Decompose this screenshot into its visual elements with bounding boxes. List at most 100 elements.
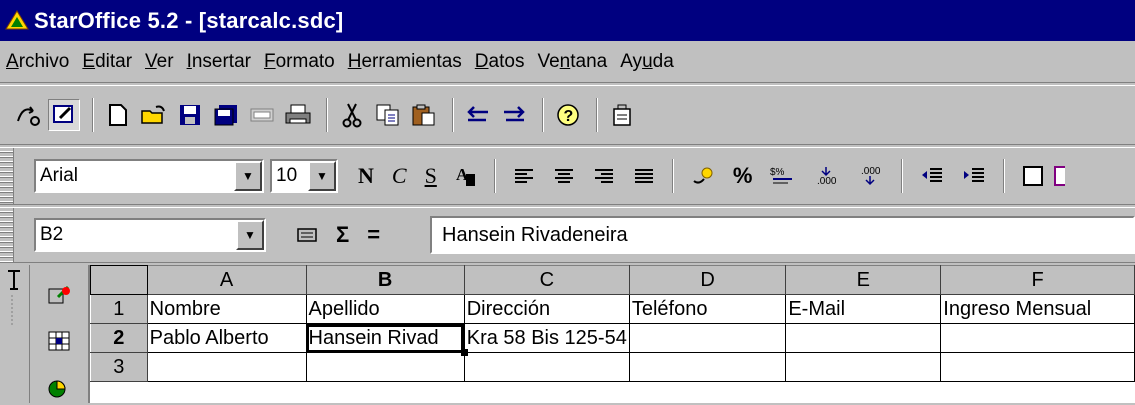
- currency-format-icon[interactable]: [691, 165, 715, 187]
- menu-item[interactable]: Archivo: [6, 51, 69, 73]
- window-title: StarOffice 5.2 - [starcalc.sdc]: [34, 7, 344, 33]
- cell-d2[interactable]: [628, 323, 787, 353]
- increase-indent-icon[interactable]: [962, 166, 986, 186]
- column-header-d[interactable]: D: [628, 265, 787, 295]
- toolbar-separator: [1003, 159, 1006, 193]
- insert-chart-icon[interactable]: [46, 375, 72, 405]
- cell-e1[interactable]: E-Mail: [785, 294, 942, 324]
- edit-file-icon[interactable]: [48, 99, 80, 131]
- menu-item[interactable]: Formato: [264, 51, 335, 73]
- cut-icon[interactable]: [336, 99, 368, 131]
- sum-button[interactable]: Σ: [336, 222, 349, 248]
- insert-cell-icon[interactable]: [46, 329, 72, 359]
- cell-b1[interactable]: Apellido: [305, 294, 465, 324]
- cell-value: Dirección: [466, 297, 551, 320]
- font-size-combo[interactable]: 10 ▼: [270, 159, 338, 193]
- cell-value: Apellido: [308, 297, 380, 320]
- font-color-icon[interactable]: A: [455, 164, 477, 188]
- chevron-down-icon[interactable]: ▼: [234, 161, 262, 191]
- column-header-e[interactable]: E: [785, 265, 942, 295]
- cell-d1[interactable]: Teléfono: [628, 294, 787, 324]
- menu-item[interactable]: Herramientas: [348, 51, 462, 73]
- justify-icon[interactable]: [633, 167, 655, 185]
- input-line[interactable]: Hansein Rivadeneira: [430, 216, 1135, 254]
- navigator-icon[interactable]: [12, 99, 44, 131]
- function-button[interactable]: =: [367, 222, 380, 248]
- main-toolbar-grip[interactable]: [0, 265, 30, 403]
- column-header-f[interactable]: F: [940, 265, 1135, 295]
- select-all-corner[interactable]: [90, 265, 148, 295]
- underline-button[interactable]: S: [425, 163, 437, 189]
- cell-c1[interactable]: Dirección: [463, 294, 630, 324]
- column-header-a[interactable]: A: [146, 265, 307, 295]
- background-color-icon[interactable]: [1053, 165, 1066, 187]
- name-box[interactable]: B2 ▼: [34, 218, 266, 252]
- cell-f2[interactable]: [940, 323, 1135, 353]
- open-folder-icon[interactable]: [138, 99, 170, 131]
- menu-item-text: ditar: [95, 50, 133, 72]
- cell-f3[interactable]: [940, 352, 1135, 382]
- percent-format-icon[interactable]: %: [733, 163, 753, 189]
- decrease-indent-icon[interactable]: [920, 166, 944, 186]
- borders-icon[interactable]: [1022, 165, 1044, 187]
- cell-e2[interactable]: [785, 323, 942, 353]
- new-document-icon[interactable]: [102, 99, 134, 131]
- copy-icon[interactable]: [372, 99, 404, 131]
- font-size-value: 10: [276, 165, 298, 186]
- chevron-down-icon[interactable]: ▼: [236, 220, 264, 250]
- row-header-3[interactable]: 3: [90, 352, 148, 382]
- print-icon[interactable]: [282, 99, 314, 131]
- function-autopilot-icon[interactable]: [296, 226, 318, 244]
- cell-e3[interactable]: [785, 352, 942, 382]
- standard-format-icon[interactable]: $%: [770, 165, 796, 187]
- cell-b2[interactable]: Hansein Rivad: [305, 323, 468, 356]
- menu-item[interactable]: Ver: [145, 51, 174, 73]
- edit-mode-icon[interactable]: [246, 99, 278, 131]
- table-row: 1 Nombre Apellido Dirección Teléfono E-Mail In…: [90, 294, 1135, 324]
- undo-icon[interactable]: [462, 99, 494, 131]
- cell-c3[interactable]: [463, 352, 630, 382]
- align-right-icon[interactable]: [593, 167, 615, 185]
- properties-icon[interactable]: [606, 99, 638, 131]
- add-decimal-icon[interactable]: .000: [814, 164, 840, 188]
- cell-a1[interactable]: Nombre: [146, 294, 307, 324]
- italic-button[interactable]: C: [392, 163, 407, 189]
- save-icon[interactable]: [174, 99, 206, 131]
- cell-value: Ingreso Mensual: [943, 297, 1092, 320]
- menu-item[interactable]: Insertar: [187, 51, 251, 73]
- column-header-c[interactable]: C: [463, 265, 630, 295]
- font-name-combo[interactable]: Arial ▼: [34, 159, 264, 193]
- spreadsheet: A B C D E F 1 Nombre Apellido Dirección Teléfono E-…: [88, 265, 1135, 403]
- align-left-icon[interactable]: [513, 167, 535, 185]
- chevron-down-icon[interactable]: ▼: [308, 161, 336, 191]
- cell-b3[interactable]: [305, 352, 465, 382]
- cell-c2[interactable]: Kra 58 Bis 125-54: [463, 323, 630, 353]
- menu-item-accelerator: V: [145, 50, 157, 72]
- paste-icon[interactable]: [408, 99, 440, 131]
- menu-item[interactable]: Editar: [82, 51, 132, 73]
- redo-icon[interactable]: [498, 99, 530, 131]
- toolbar-grip[interactable]: [0, 148, 14, 204]
- toolbar-grip[interactable]: [0, 208, 14, 262]
- cell-d3[interactable]: [628, 352, 787, 382]
- menu-bar: Archivo Editar Ver Insertar Formato Herramien…: [0, 41, 1135, 83]
- fill-handle[interactable]: [460, 349, 468, 356]
- row-header-1[interactable]: 1: [90, 294, 148, 324]
- menu-item[interactable]: Ayuda: [620, 51, 674, 73]
- staroffice-icon[interactable]: [0, 0, 34, 41]
- cell-f1[interactable]: Ingreso Mensual: [940, 294, 1135, 324]
- menu-item[interactable]: Datos: [475, 51, 525, 73]
- row-header-2[interactable]: 2: [90, 323, 148, 353]
- help-icon[interactable]: ?: [552, 99, 584, 131]
- title-bar: StarOffice 5.2 - [starcalc.sdc]: [0, 0, 1135, 41]
- align-center-icon[interactable]: [553, 167, 575, 185]
- column-header-b[interactable]: B: [305, 265, 465, 295]
- cell-a2[interactable]: Pablo Alberto: [146, 323, 307, 353]
- save-all-icon[interactable]: [210, 99, 242, 131]
- delete-decimal-icon[interactable]: .000: [858, 164, 884, 188]
- cell-a3[interactable]: [146, 352, 307, 382]
- insert-object-icon[interactable]: [46, 283, 72, 313]
- bold-button[interactable]: N: [358, 163, 374, 189]
- menu-item[interactable]: Ventana: [537, 51, 607, 73]
- toolbar-separator: [542, 98, 544, 132]
